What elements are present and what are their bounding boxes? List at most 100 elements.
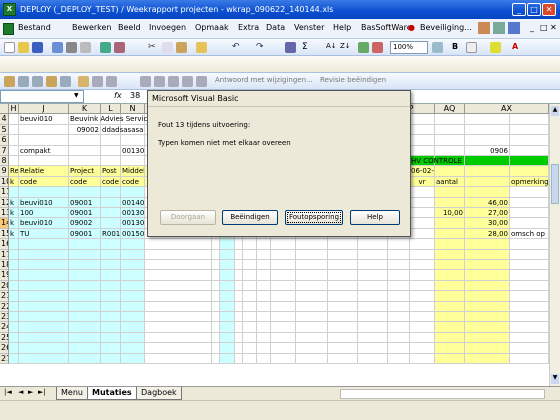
cell[interactable] [510, 343, 549, 354]
cell[interactable] [271, 353, 296, 364]
menu-invoegen[interactable]: Invoegen [149, 23, 186, 32]
row-header[interactable]: 21 [0, 291, 9, 302]
cell[interactable] [510, 135, 549, 146]
row-header[interactable]: 10 [0, 176, 9, 188]
cell[interactable] [358, 280, 388, 292]
cell[interactable] [271, 332, 296, 344]
cell[interactable] [220, 322, 235, 333]
window-close-icon[interactable]: ✕ [550, 23, 557, 32]
cell[interactable] [9, 124, 19, 136]
row-header[interactable]: 13 [0, 208, 9, 219]
column-header[interactable]: AQ [435, 104, 465, 115]
cell[interactable] [19, 239, 69, 250]
cell-value[interactable]: 00130 [121, 146, 145, 156]
review-icon[interactable] [4, 76, 15, 87]
cell[interactable] [121, 280, 145, 292]
cell[interactable] [465, 249, 510, 260]
cell[interactable] [510, 312, 549, 323]
cell[interactable] [410, 312, 435, 323]
save-icon[interactable] [32, 42, 43, 53]
cell[interactable] [328, 332, 358, 344]
cell[interactable] [435, 301, 465, 312]
cell[interactable] [257, 260, 271, 271]
cell[interactable] [271, 322, 296, 333]
cell[interactable] [257, 332, 271, 344]
cell[interactable] [69, 260, 101, 271]
cell[interactable] [358, 270, 388, 281]
cell[interactable] [435, 332, 465, 344]
cell[interactable] [465, 114, 510, 125]
cell[interactable] [101, 301, 121, 312]
cell-value[interactable]: 30,00 [465, 218, 510, 228]
cell[interactable] [271, 260, 296, 271]
select-all-corner[interactable] [0, 104, 9, 115]
row-header[interactable]: 26 [0, 343, 9, 354]
cell[interactable] [510, 249, 549, 260]
cell-value[interactable]: Post [101, 166, 121, 176]
continue-button[interactable]: Doorgaan [160, 210, 216, 225]
cell[interactable] [465, 270, 510, 281]
cell[interactable] [212, 270, 220, 281]
menu-bewerken[interactable]: Bewerken [72, 23, 112, 32]
cell-value[interactable]: R001 [101, 229, 121, 239]
cell[interactable] [19, 280, 69, 292]
end-button[interactable]: Beëindigen [222, 210, 278, 225]
name-box[interactable] [0, 90, 84, 103]
cell-value[interactable]: 00150 [121, 229, 145, 239]
row-header[interactable]: 5 [0, 124, 9, 136]
cell[interactable] [121, 156, 145, 167]
cell[interactable] [101, 291, 121, 302]
cell[interactable] [101, 249, 121, 260]
cell[interactable] [145, 332, 212, 344]
menu-bassoftware[interactable]: BasSoftWare [361, 23, 412, 32]
fill-color-icon[interactable] [490, 42, 501, 53]
cell[interactable] [296, 280, 328, 292]
cell[interactable] [410, 218, 435, 229]
cell[interactable] [101, 260, 121, 271]
cell[interactable] [435, 145, 465, 156]
sort-asc-icon[interactable]: A↓ [326, 42, 337, 53]
cell-value[interactable] [435, 198, 465, 208]
comment-icon[interactable] [92, 76, 103, 87]
cell-value[interactable]: TU [19, 229, 69, 239]
cell[interactable] [220, 280, 235, 292]
cell[interactable] [435, 228, 465, 240]
cell[interactable] [9, 156, 19, 167]
cell[interactable] [410, 145, 435, 156]
cell[interactable] [235, 343, 243, 354]
tab-prev-icon[interactable]: ◄ [18, 388, 23, 396]
cell[interactable] [510, 239, 549, 250]
cell[interactable] [435, 291, 465, 302]
cell[interactable] [435, 124, 465, 136]
cell[interactable] [212, 343, 220, 354]
column-header[interactable]: N [121, 104, 145, 115]
row-header[interactable]: 19 [0, 270, 9, 281]
cell[interactable] [212, 291, 220, 302]
cell[interactable] [410, 343, 435, 354]
cell[interactable] [19, 322, 69, 333]
cell[interactable] [388, 260, 410, 271]
cut-icon[interactable]: ✂ [148, 42, 159, 53]
cell-value[interactable] [101, 208, 121, 218]
cell[interactable] [328, 239, 358, 250]
cell-value[interactable]: beuvi010 [19, 114, 69, 124]
cell[interactable] [101, 332, 121, 344]
cell[interactable] [121, 249, 145, 260]
cell[interactable] [69, 270, 101, 281]
cell-value[interactable]: code [101, 177, 121, 187]
cell[interactable] [257, 239, 271, 250]
cell[interactable] [510, 322, 549, 333]
cell[interactable] [358, 260, 388, 271]
cell[interactable] [19, 332, 69, 344]
cell[interactable] [510, 260, 549, 271]
cell[interactable] [101, 343, 121, 354]
cell[interactable] [235, 291, 243, 302]
cell-value[interactable]: compakt [19, 146, 69, 156]
cell[interactable] [145, 249, 212, 260]
cell[interactable] [220, 343, 235, 354]
cell[interactable] [243, 239, 257, 250]
cell[interactable] [212, 312, 220, 323]
menu-opmaak[interactable]: Opmaak [195, 23, 229, 32]
cell[interactable] [257, 270, 271, 281]
cell-value[interactable]: 27,00 [465, 208, 510, 218]
